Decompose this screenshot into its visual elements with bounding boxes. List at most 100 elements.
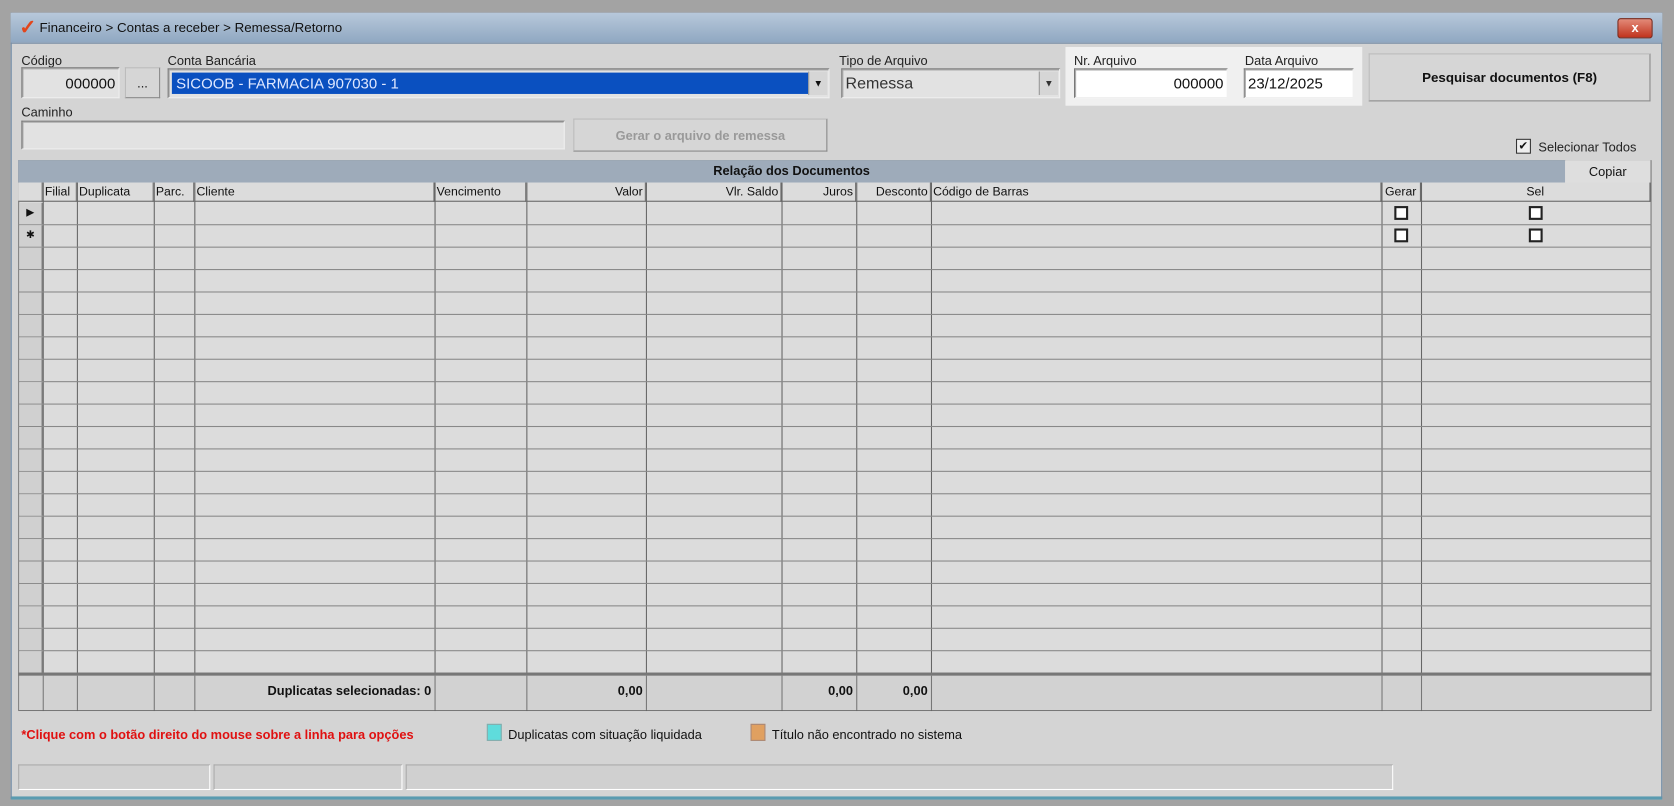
- gerar-checkbox[interactable]: [1394, 228, 1409, 243]
- row-divider: [18, 448, 1652, 450]
- pesquisar-button[interactable]: Pesquisar documentos (F8): [1368, 53, 1651, 102]
- row-indicator-icon: ✱: [25, 229, 35, 242]
- row-indicator[interactable]: [19, 359, 43, 382]
- selecionar-todos-label: Selecionar Todos: [1538, 139, 1637, 155]
- column-header-vencimento[interactable]: Vencimento: [434, 182, 527, 202]
- row-indicator[interactable]: [19, 247, 43, 270]
- row-divider: [18, 560, 1652, 562]
- row-indicator[interactable]: [19, 404, 43, 426]
- sel-checkbox[interactable]: [1528, 228, 1543, 243]
- column-header-sel[interactable]: Sel: [1420, 182, 1651, 202]
- column-header-juros[interactable]: Juros: [781, 182, 857, 202]
- status-panel: [18, 764, 211, 791]
- row-divider: [18, 313, 1652, 315]
- row-indicator[interactable]: [19, 561, 43, 583]
- column-divider: [434, 182, 436, 712]
- column-header-cliente[interactable]: Cliente: [194, 182, 435, 202]
- row-divider: [18, 336, 1652, 338]
- column-header-indicator[interactable]: [18, 182, 43, 202]
- copiar-button[interactable]: Copiar: [1565, 160, 1651, 183]
- column-header-valor[interactable]: Valor: [526, 182, 646, 202]
- conta-bancaria-value: SICOOB - FARMACIA 907030 - 1: [171, 72, 826, 94]
- column-divider: [76, 182, 78, 712]
- column-divider: [1420, 182, 1423, 712]
- column-divider: [194, 182, 196, 712]
- column-header-gerar[interactable]: Gerar: [1381, 182, 1421, 202]
- row-divider: [18, 269, 1652, 271]
- footer-valor: 0,00: [617, 683, 643, 699]
- row-divider: [18, 246, 1652, 248]
- column-header-parc[interactable]: Parc.: [153, 182, 195, 202]
- row-indicator[interactable]: [19, 494, 43, 516]
- footer-selecionadas: Duplicatas selecionadas: 0: [267, 683, 432, 699]
- codigo-label: Código: [21, 53, 62, 69]
- nr-arquivo-input[interactable]: 000000: [1074, 68, 1228, 99]
- column-header-desconto[interactable]: Desconto: [856, 182, 931, 202]
- hint-text: *Clique com o botão direito do mouse sob…: [21, 727, 414, 742]
- row-indicator[interactable]: [19, 628, 43, 651]
- column-header-codigo-barras[interactable]: Código de Barras: [930, 182, 1382, 202]
- tipo-arquivo-value: Remessa: [845, 74, 914, 93]
- browse-button[interactable]: ...: [124, 67, 161, 99]
- conta-bancaria-select[interactable]: SICOOB - FARMACIA 907030 - 1 ▼: [167, 68, 830, 99]
- row-indicator-icon: ▶: [26, 207, 35, 219]
- row-indicator[interactable]: ▶: [19, 202, 43, 225]
- column-divider: [856, 182, 858, 712]
- row-divider: [18, 403, 1652, 405]
- row-indicator[interactable]: [19, 651, 43, 673]
- chevron-down-icon[interactable]: ▼: [808, 71, 828, 96]
- status-panel: [213, 764, 403, 791]
- row-indicator[interactable]: [19, 606, 43, 628]
- column-divider: [42, 182, 44, 712]
- row-divider: [18, 425, 1652, 428]
- caminho-input[interactable]: [21, 120, 565, 150]
- row-indicator[interactable]: [19, 382, 43, 404]
- row-divider: [18, 538, 1652, 540]
- column-divider: [930, 182, 933, 712]
- nao-encontrado-label: Título não encontrado no sistema: [771, 727, 963, 742]
- column-header-filial[interactable]: Filial: [42, 182, 77, 202]
- row-indicator[interactable]: [19, 314, 43, 337]
- column-divider: [645, 675, 647, 710]
- column-divider: [781, 182, 783, 712]
- row-indicator[interactable]: [19, 270, 43, 292]
- selecionar-todos-checkbox[interactable]: ✔: [1515, 138, 1531, 154]
- liquidada-swatch: [486, 723, 502, 741]
- column-header-duplicata[interactable]: Duplicata: [76, 182, 154, 202]
- footer-juros: 0,00: [828, 683, 854, 699]
- column-divider: [1381, 675, 1383, 710]
- column-divider: [76, 675, 78, 710]
- footer-desconto: 0,00: [902, 683, 928, 699]
- row-divider: [18, 493, 1652, 495]
- app-logo-icon: ✓: [19, 17, 37, 40]
- row-indicator[interactable]: [19, 583, 43, 606]
- grid-title: Relação dos Documentos: [18, 160, 1566, 183]
- codigo-input[interactable]: 000000: [21, 67, 120, 99]
- sel-checkbox[interactable]: [1528, 206, 1543, 220]
- row-divider: [18, 605, 1652, 607]
- row-indicator[interactable]: [19, 449, 43, 471]
- data-arquivo-input[interactable]: 23/12/2025: [1243, 68, 1354, 99]
- close-button[interactable]: x: [1617, 18, 1653, 39]
- row-indicator[interactable]: [19, 539, 43, 561]
- row-indicator[interactable]: [19, 471, 43, 494]
- column-divider: [1420, 675, 1423, 710]
- row-indicator[interactable]: ✱: [19, 225, 43, 247]
- row-indicator[interactable]: [19, 292, 43, 314]
- chevron-down-icon[interactable]: ▼: [1038, 71, 1058, 96]
- row-divider: [18, 515, 1652, 517]
- nao-encontrado-swatch: [750, 723, 766, 741]
- status-panel: [405, 764, 1394, 791]
- gerar-remessa-button[interactable]: Gerar o arquivo de remessa: [573, 118, 828, 152]
- row-indicator[interactable]: [19, 427, 43, 449]
- row-indicator[interactable]: [19, 516, 43, 539]
- row-divider: [18, 582, 1652, 584]
- row-divider: [18, 358, 1652, 360]
- gerar-checkbox[interactable]: [1394, 206, 1409, 220]
- row-divider: [18, 650, 1652, 652]
- tipo-arquivo-select[interactable]: Remessa ▼: [841, 68, 1061, 99]
- row-indicator[interactable]: [19, 337, 43, 359]
- liquidada-label: Duplicatas com situação liquidada: [508, 727, 702, 742]
- column-header-vlr-saldo[interactable]: Vlr. Saldo: [645, 182, 782, 202]
- caminho-label: Caminho: [21, 104, 73, 120]
